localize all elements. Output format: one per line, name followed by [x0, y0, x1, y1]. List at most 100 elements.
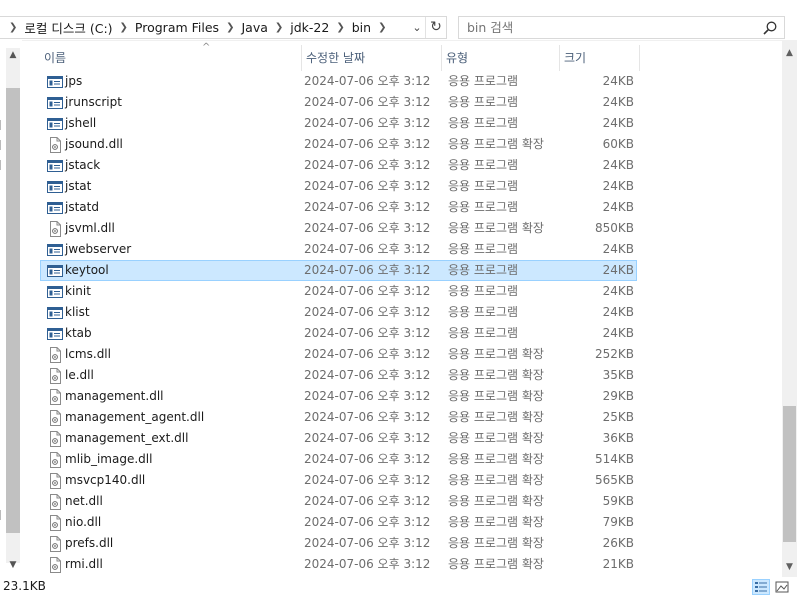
column-header: 이름 ^ 수정한 날짜 유형 크기: [40, 42, 640, 71]
file-date: 2024-07-06 오후 3:12: [304, 116, 431, 130]
file-type: 응용 프로그램: [448, 200, 519, 214]
chevron-right-icon[interactable]: ❯: [371, 22, 393, 33]
file-name: mlib_image.dll: [65, 452, 153, 466]
file-name: rmi.dll: [65, 557, 103, 571]
file-name: jsound.dll: [65, 137, 123, 151]
nav-scrollbar-thumb[interactable]: [6, 88, 20, 533]
file-date: 2024-07-06 오후 3:12: [304, 557, 431, 571]
file-size: 24KB: [602, 95, 634, 109]
application-icon: [47, 160, 63, 172]
file-type: 응용 프로그램: [448, 326, 519, 340]
file-list-scrollbar[interactable]: ▲ ▼: [782, 40, 797, 577]
file-type: 응용 프로그램: [448, 263, 519, 277]
application-icon: [47, 118, 63, 130]
file-name: prefs.dll: [65, 536, 114, 550]
address-bar[interactable]: ❯ 로컬 디스크 (C:) ❯ Program Files ❯ Java ❯ j…: [0, 16, 447, 39]
file-row[interactable]: management.dll 2024-07-06 오후 3:12 응용 프로그램 …: [40, 386, 637, 407]
dll-file-icon: [50, 368, 61, 384]
refresh-icon[interactable]: ↻: [425, 17, 446, 38]
file-size: 24KB: [602, 284, 634, 298]
dll-file-icon: [50, 431, 61, 447]
chevron-right-icon[interactable]: ❯: [268, 22, 290, 33]
column-type[interactable]: 유형: [442, 45, 560, 71]
chevron-down-icon[interactable]: ⌄: [409, 21, 425, 34]
file-row[interactable]: jsound.dll 2024-07-06 오후 3:12 응용 프로그램 확장 60…: [40, 134, 637, 155]
selection-size: 23.1KB: [3, 579, 46, 593]
file-date: 2024-07-06 오후 3:12: [304, 74, 431, 88]
chevron-right-icon[interactable]: ❯: [329, 22, 351, 33]
scrollbar-thumb[interactable]: [783, 406, 796, 542]
scroll-up-icon[interactable]: ▲: [782, 46, 797, 60]
file-row[interactable]: msvcp140.dll 2024-07-06 오후 3:12 응용 프로그램 확장…: [40, 470, 637, 491]
file-date: 2024-07-06 오후 3:12: [304, 263, 431, 277]
file-row[interactable]: nio.dll 2024-07-06 오후 3:12 응용 프로그램 확장 79KB: [40, 512, 637, 533]
search-icon[interactable]: [762, 20, 778, 36]
column-date[interactable]: 수정한 날짜: [302, 45, 442, 71]
file-row[interactable]: management_ext.dll 2024-07-06 오후 3:12 응용 프…: [40, 428, 637, 449]
file-row[interactable]: jsvml.dll 2024-07-06 오후 3:12 응용 프로그램 확장 850…: [40, 218, 637, 239]
column-size[interactable]: 크기: [560, 45, 640, 71]
file-row[interactable]: jshell 2024-07-06 오후 3:12 응용 프로그램 24KB: [40, 113, 637, 134]
breadcrumb-bin[interactable]: bin: [352, 20, 371, 35]
file-name: msvcp140.dll: [65, 473, 146, 487]
file-size: 24KB: [602, 200, 634, 214]
details-view-button[interactable]: [752, 579, 770, 595]
dll-file-icon: [50, 515, 61, 531]
file-row[interactable]: ktab 2024-07-06 오후 3:12 응용 프로그램 24KB: [40, 323, 637, 344]
file-row[interactable]: jstack 2024-07-06 오후 3:12 응용 프로그램 24KB: [40, 155, 637, 176]
chevron-right-icon[interactable]: ❯: [113, 22, 135, 33]
file-row[interactable]: klist 2024-07-06 오후 3:12 응용 프로그램 24KB: [40, 302, 637, 323]
file-size: 514KB: [594, 452, 634, 466]
file-row[interactable]: prefs.dll 2024-07-06 오후 3:12 응용 프로그램 확장 26K…: [40, 533, 637, 554]
dll-file-icon: [50, 452, 61, 468]
file-name: lcms.dll: [65, 347, 111, 361]
file-row[interactable]: le.dll 2024-07-06 오후 3:12 응용 프로그램 확장 35KB: [40, 365, 637, 386]
application-icon: [47, 181, 63, 193]
file-row[interactable]: jwebserver 2024-07-06 오후 3:12 응용 프로그램 24KB: [40, 239, 637, 260]
file-row[interactable]: keytool 2024-07-06 오후 3:12 응용 프로그램 24KB: [40, 260, 637, 281]
column-name[interactable]: 이름: [40, 45, 302, 71]
file-row[interactable]: net.dll 2024-07-06 오후 3:12 응용 프로그램 확장 59KB: [40, 491, 637, 512]
large-icons-view-button[interactable]: [773, 579, 791, 595]
file-name: klist: [65, 305, 90, 319]
file-type: 응용 프로그램: [448, 95, 519, 109]
dll-file-icon: [50, 389, 61, 405]
file-row[interactable]: mlib_image.dll 2024-07-06 오후 3:12 응용 프로그램 …: [40, 449, 637, 470]
dll-file-icon: [50, 473, 61, 489]
nav-scroll-up-icon[interactable]: ▲: [6, 48, 20, 62]
file-row[interactable]: jps 2024-07-06 오후 3:12 응용 프로그램 24KB: [40, 71, 637, 92]
dll-file-icon: [50, 137, 61, 153]
file-size: 24KB: [602, 242, 634, 256]
file-row[interactable]: jstat 2024-07-06 오후 3:12 응용 프로그램 24KB: [40, 176, 637, 197]
file-type: 응용 프로그램: [448, 158, 519, 172]
application-icon: [47, 97, 63, 109]
breadcrumb-java[interactable]: Java: [241, 20, 267, 35]
file-row[interactable]: kinit 2024-07-06 오후 3:12 응용 프로그램 24KB: [40, 281, 637, 302]
search-input[interactable]: [465, 19, 759, 36]
file-type: 응용 프로그램 확장: [448, 536, 544, 550]
file-type: 응용 프로그램 확장: [448, 368, 544, 382]
chevron-right-icon[interactable]: ❯: [219, 22, 241, 33]
file-row[interactable]: rmi.dll 2024-07-06 오후 3:12 응용 프로그램 확장 21KB: [40, 554, 637, 575]
scroll-down-icon[interactable]: ▼: [782, 560, 797, 574]
file-row[interactable]: management_agent.dll 2024-07-06 오후 3:12 응용…: [40, 407, 637, 428]
file-name: jwebserver: [65, 242, 132, 256]
file-name: le.dll: [65, 368, 94, 382]
file-row[interactable]: jrunscript 2024-07-06 오후 3:12 응용 프로그램 24KB: [40, 92, 637, 113]
nav-tree-line: [0, 140, 5, 150]
file-size: 24KB: [602, 74, 634, 88]
search-box[interactable]: [458, 16, 785, 39]
file-name: nio.dll: [65, 515, 102, 529]
dll-file-icon: [50, 347, 61, 363]
chevron-right-icon[interactable]: ❯: [2, 22, 24, 33]
status-bar: 23.1KB: [0, 577, 797, 597]
file-date: 2024-07-06 오후 3:12: [304, 431, 431, 445]
breadcrumb-jdk[interactable]: jdk-22: [290, 20, 329, 35]
dll-file-icon: [50, 221, 61, 237]
nav-tree-line: [0, 120, 5, 130]
breadcrumb-program-files[interactable]: Program Files: [135, 20, 219, 35]
nav-scroll-down-icon[interactable]: ▼: [6, 558, 20, 572]
breadcrumb-local-disk[interactable]: 로컬 디스크 (C:): [24, 18, 112, 37]
file-row[interactable]: jstatd 2024-07-06 오후 3:12 응용 프로그램 24KB: [40, 197, 637, 218]
file-row[interactable]: lcms.dll 2024-07-06 오후 3:12 응용 프로그램 확장 252K…: [40, 344, 637, 365]
